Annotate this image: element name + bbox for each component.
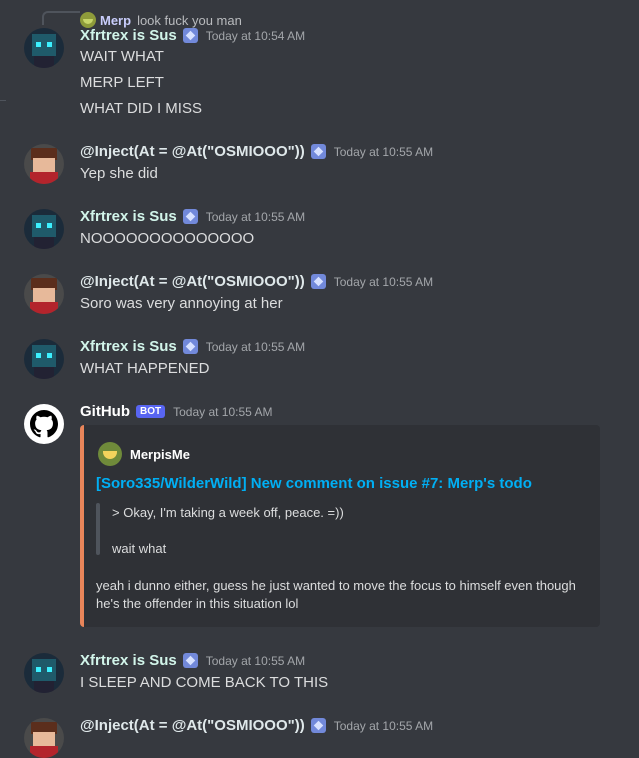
message-text: WHAT HAPPENED (80, 360, 210, 377)
author-name[interactable]: Xfrtrex is Sus (80, 208, 177, 225)
author-name[interactable]: Xfrtrex is Sus (80, 338, 177, 355)
timestamp: Today at 10:55 AM (205, 339, 306, 354)
author-name[interactable]: Xfrtrex is Sus (80, 27, 177, 44)
reply-avatar (80, 12, 96, 28)
nitro-badge-icon (310, 144, 326, 159)
author-name[interactable]: @Inject(At = @At("OSMIOOO")) (80, 273, 305, 290)
blockquote-line: wait what (112, 541, 167, 556)
author-name[interactable]: @Inject(At = @At("OSMIOOO")) (80, 143, 305, 160)
timestamp: Today at 10:55 AM (173, 404, 273, 419)
message-text: I SLEEP AND COME BACK TO THIS (80, 674, 329, 691)
avatar[interactable] (24, 28, 64, 68)
nitro-badge-icon (182, 28, 198, 43)
avatar[interactable] (24, 404, 64, 444)
nitro-badge-icon (310, 274, 326, 289)
nitro-badge-icon (310, 718, 326, 733)
reply-spine (42, 11, 80, 25)
message-text: Soro was very annoying at her (80, 295, 283, 312)
timestamp: Today at 10:55 AM (205, 653, 306, 668)
author-name[interactable]: @Inject(At = @At("OSMIOOO")) (80, 717, 305, 734)
avatar[interactable] (24, 339, 64, 379)
embed-author-avatar (98, 442, 122, 466)
nitro-badge-icon (182, 653, 198, 668)
timestamp: Today at 10:55 AM (333, 144, 434, 159)
timestamp: Today at 10:55 AM (333, 718, 434, 733)
timestamp: Today at 10:55 AM (205, 209, 306, 224)
message-text: WAIT WHAT (80, 48, 164, 65)
nitro-badge-icon (182, 209, 198, 224)
avatar[interactable] (24, 274, 64, 314)
message-text: Yep she did (80, 165, 158, 182)
avatar[interactable] (24, 653, 64, 693)
blockquote-line: > Okay, I'm taking a week off, peace. =)… (112, 505, 344, 520)
reply-author[interactable]: Merp (100, 13, 131, 28)
embed-author-name[interactable]: MerpisMe (130, 447, 190, 462)
avatar[interactable] (24, 144, 64, 184)
author-name[interactable]: GitHub (80, 403, 130, 420)
reply-text: look fuck you man (137, 12, 242, 28)
nitro-badge-icon (182, 339, 198, 354)
blockquote-bar (96, 503, 100, 555)
message-text: NOOOOOOOOOOOOOO (80, 230, 255, 247)
timestamp: Today at 10:54 AM (205, 28, 306, 43)
message-text: MERP LEFT (80, 74, 164, 91)
embed-description: yeah i dunno either, guess he just wante… (96, 578, 576, 611)
reply-reference[interactable]: Merp look fuck you man (80, 12, 242, 28)
author-name[interactable]: Xfrtrex is Sus (80, 652, 177, 669)
avatar[interactable] (24, 209, 64, 249)
avatar[interactable] (24, 718, 64, 758)
message-text: WHAT DID I MISS (80, 100, 202, 117)
github-embed: MerpisMe [Soro335/WilderWild] New commen… (80, 425, 600, 627)
bot-badge: BOT (136, 405, 166, 418)
embed-title-link[interactable]: [Soro335/WilderWild] New comment on issu… (96, 475, 532, 492)
left-edge-divider (0, 100, 6, 101)
embed-author[interactable]: MerpisMe (98, 442, 190, 466)
timestamp: Today at 10:55 AM (333, 274, 434, 289)
github-icon (30, 410, 58, 438)
